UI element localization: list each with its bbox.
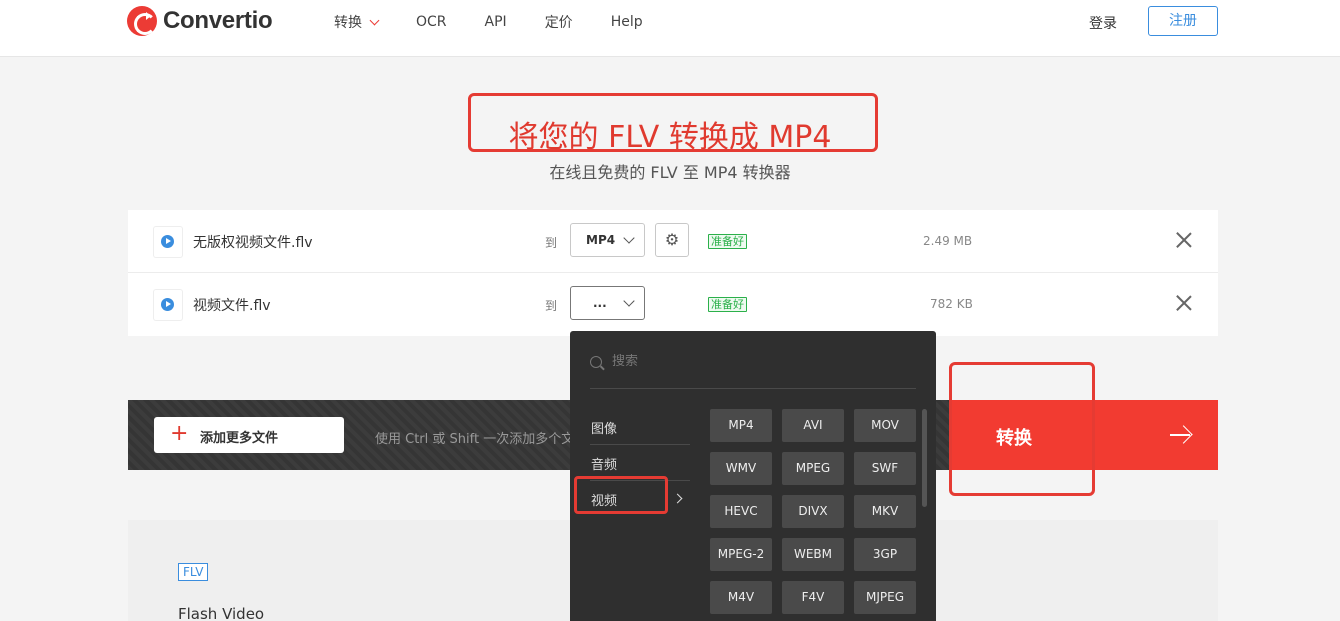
format-option-f4v[interactable]: F4V	[782, 581, 844, 614]
chevron-down-icon	[369, 15, 380, 25]
file-list: 无版权视频文件.flv 到 MP4 ⚙ 准备好 2.49 MB 视频文件.flv…	[128, 210, 1218, 336]
format-option-mpeg-2[interactable]: MPEG-2	[710, 538, 772, 571]
add-more-files-button[interactable]: + 添加更多文件	[154, 417, 344, 453]
format-option-mkv[interactable]: MKV	[854, 495, 916, 528]
format-option-hevc[interactable]: HEVC	[710, 495, 772, 528]
format-option-m4v[interactable]: M4V	[710, 581, 772, 614]
search-icon	[590, 356, 602, 368]
nav-ocr[interactable]: OCR	[416, 13, 447, 31]
nav-api[interactable]: API	[485, 13, 507, 31]
format-tag: FLV	[178, 563, 209, 581]
multi-select-hint: 使用 Ctrl 或 Shift 一次添加多个文件	[375, 432, 575, 447]
format-option-mjpeg[interactable]: MJPEG	[854, 581, 916, 614]
nav-convert-label: 转换	[334, 15, 362, 31]
video-file-icon	[154, 227, 182, 257]
arrow-right-icon	[1170, 426, 1190, 446]
status-badge: 准备好	[708, 234, 747, 249]
file-row: 视频文件.flv 到 ... 准备好 782 KB	[128, 273, 1218, 336]
top-header: Convertio 转换 OCR API 定价 Help 登录 注册	[0, 0, 1340, 57]
nav-help[interactable]: Help	[611, 13, 643, 31]
remove-file-close-icon[interactable]	[1176, 295, 1192, 311]
title-highlight-annotation	[468, 93, 878, 152]
login-link[interactable]: 登录	[1089, 13, 1117, 33]
status-badge: 准备好	[708, 297, 747, 312]
main-nav: 转换 OCR API 定价 Help	[334, 13, 643, 31]
logo-text: Convertio	[163, 7, 273, 34]
file-size: 2.49 MB	[923, 234, 973, 248]
settings-gear-button[interactable]: ⚙	[655, 223, 689, 257]
format-option-mov[interactable]: MOV	[854, 409, 916, 442]
remove-file-close-icon[interactable]	[1176, 232, 1192, 248]
format-option-avi[interactable]: AVI	[782, 409, 844, 442]
nav-ocr-label: OCR	[416, 14, 447, 30]
file-size: 782 KB	[930, 297, 973, 311]
selected-format: ...	[593, 296, 607, 310]
format-option-mp4[interactable]: MP4	[710, 409, 772, 442]
nav-api-label: API	[484, 14, 507, 30]
nav-pricing-label: 定价	[544, 15, 573, 31]
add-more-files-label: 添加更多文件	[200, 431, 279, 446]
video-file-icon	[154, 290, 182, 320]
convertio-logo-icon	[127, 6, 157, 36]
video-category-highlight-annotation	[574, 476, 668, 514]
chevron-down-icon	[623, 295, 635, 307]
format-option-3gp[interactable]: 3GP	[854, 538, 916, 571]
signup-button[interactable]: 注册	[1148, 6, 1218, 36]
format-search-input[interactable]	[612, 354, 862, 369]
format-option-webm[interactable]: WEBM	[782, 538, 844, 571]
selected-format: MP4	[586, 233, 616, 247]
output-format-select[interactable]: ...	[570, 286, 645, 320]
category-divider	[590, 444, 690, 445]
logo[interactable]: Convertio	[127, 6, 273, 36]
format-list-scrollbar[interactable]	[922, 409, 927, 507]
nav-convert[interactable]: 转换	[334, 13, 380, 31]
nav-pricing[interactable]: 定价	[545, 13, 573, 31]
format-option-wmv[interactable]: WMV	[710, 452, 772, 485]
to-label: 到	[545, 299, 558, 313]
output-format-select[interactable]: MP4	[570, 223, 645, 257]
format-description: Flash Video	[178, 605, 265, 621]
format-option-divx[interactable]: DIVX	[782, 495, 844, 528]
chevron-down-icon	[623, 232, 635, 244]
file-name: 无版权视频文件.flv	[193, 235, 313, 251]
gear-icon: ⚙	[664, 230, 680, 249]
convert-highlight-annotation	[949, 362, 1095, 496]
format-option-swf[interactable]: SWF	[854, 452, 916, 485]
chevron-right-icon	[672, 493, 683, 504]
category-image[interactable]: 图像	[591, 418, 617, 437]
page-subtitle: 在线且免费的 FLV 至 MP4 转换器	[549, 163, 791, 182]
file-name: 视频文件.flv	[193, 298, 271, 314]
category-audio[interactable]: 音频	[591, 454, 617, 473]
to-label: 到	[545, 236, 558, 250]
format-option-mpeg[interactable]: MPEG	[782, 452, 844, 485]
nav-help-label: Help	[610, 14, 643, 30]
plus-icon: +	[170, 421, 189, 446]
file-row: 无版权视频文件.flv 到 MP4 ⚙ 准备好 2.49 MB	[128, 210, 1218, 273]
search-divider	[590, 388, 916, 389]
